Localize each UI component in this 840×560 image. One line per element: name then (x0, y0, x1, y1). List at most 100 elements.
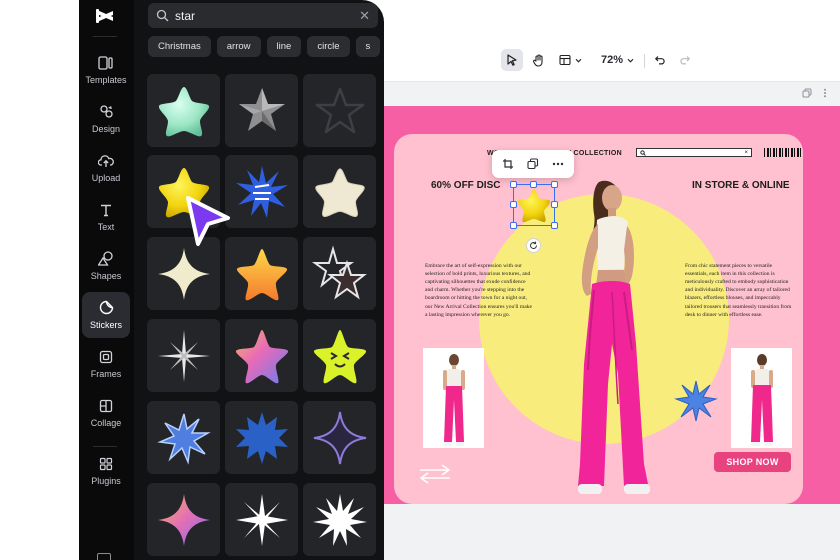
more-options-icon[interactable] (820, 88, 830, 98)
sticker-cell[interactable] (225, 237, 298, 310)
design-canvas[interactable]: WOMEN NEW COLLECTION × 60% OFF DISC IN S… (384, 106, 840, 504)
product-photo-left[interactable] (423, 348, 484, 448)
sticker-cell[interactable] (303, 155, 376, 228)
collage-icon (99, 399, 113, 412)
search-icon (156, 9, 169, 22)
sidebar-item-plugins[interactable]: Plugins (82, 448, 130, 494)
sidebar-item-label: Shapes (90, 271, 122, 281)
sticker-cell[interactable] (303, 483, 376, 556)
shapes-icon (98, 251, 113, 266)
more-options-icon[interactable] (552, 158, 564, 170)
model-thumbnail-image (442, 354, 465, 446)
redo-button[interactable] (675, 49, 695, 71)
chip-arrow[interactable]: arrow (216, 36, 261, 57)
purple-four-point-star-sticker (313, 411, 366, 464)
design-card: WOMEN NEW COLLECTION × 60% OFF DISC IN S… (394, 134, 803, 504)
rail-divider (93, 446, 117, 447)
chip-christmas[interactable]: Christmas (148, 36, 211, 57)
plugins-icon (99, 457, 113, 470)
headline-in-store[interactable]: IN STORE & ONLINE (692, 180, 790, 191)
select-tool-button[interactable] (501, 49, 523, 71)
toolbar-divider (644, 54, 645, 68)
rotate-icon (530, 241, 538, 249)
undo-button[interactable] (650, 49, 670, 71)
shop-now-button[interactable]: SHOP NOW (714, 452, 791, 472)
chevron-down-icon (575, 58, 582, 63)
body-copy-right[interactable]: From chic statement pieces to versatile … (685, 262, 795, 319)
zoom-dropdown-button[interactable] (622, 49, 638, 71)
duplicate-icon[interactable] (527, 158, 539, 170)
yellow-star-sticker-on-canvas (517, 189, 551, 223)
resize-handle-bottom-right[interactable] (551, 222, 558, 229)
sticker-search-box[interactable]: ✕ (148, 3, 378, 28)
sidebar-item-label: Design (91, 124, 120, 134)
headline-discount[interactable]: 60% OFF DISC (431, 180, 500, 191)
sticker-cell[interactable] (225, 319, 298, 392)
sticker-cell[interactable] (303, 401, 376, 474)
sticker-panel: Templates Design Upload Text Shapes Stic… (79, 0, 384, 560)
upload-icon (98, 154, 114, 167)
keyboard-shortcuts-icon[interactable] (97, 553, 111, 560)
body-copy-left[interactable]: Embrace the art of self-expression with … (425, 262, 535, 319)
sidebar-item-label: Frames (90, 368, 122, 379)
sticker-cell[interactable] (225, 74, 298, 147)
close-icon[interactable]: ✕ (359, 9, 370, 22)
resize-handle-top[interactable] (530, 181, 537, 188)
sidebar-item-stickers[interactable]: Stickers (82, 292, 130, 338)
resize-handle-bottom-left[interactable] (510, 222, 517, 229)
sticker-cell[interactable] (147, 483, 220, 556)
mint-puffy-star-sticker (158, 86, 209, 136)
resize-handle-left[interactable] (510, 201, 517, 208)
duplicate-page-icon[interactable] (802, 88, 812, 98)
sticker-cell[interactable] (303, 74, 376, 147)
sidebar-item-shapes[interactable]: Shapes (82, 243, 130, 289)
product-photo-right[interactable] (731, 348, 792, 448)
capcut-logo-icon[interactable] (94, 6, 116, 26)
chip-circle[interactable]: circle (307, 36, 350, 57)
rotate-handle[interactable] (526, 238, 541, 253)
sidebar-item-text[interactable]: Text (82, 194, 130, 240)
white-thin-sparkle-sticker (157, 329, 210, 382)
sidebar-item-label: Stickers (89, 320, 122, 330)
sidebar-item-label: Collage (90, 417, 122, 428)
main-model-image[interactable] (554, 174, 664, 504)
sidebar-item-label: Plugins (91, 475, 121, 486)
double-arrow-icon[interactable] (418, 464, 452, 484)
sticker-cell[interactable] (303, 319, 376, 392)
sidebar-item-design[interactable]: Design (82, 96, 130, 142)
lime-winking-star-sticker (313, 329, 366, 383)
selected-yellow-star-sticker[interactable] (510, 181, 558, 229)
barcode-graphic (764, 148, 803, 157)
sticker-cell[interactable] (225, 401, 298, 474)
resize-handle-right[interactable] (551, 201, 558, 208)
sticker-cell[interactable] (147, 319, 220, 392)
sidebar-item-label: Text (97, 221, 115, 232)
pointer-cursor-icon (186, 196, 230, 246)
search-icon (640, 149, 646, 156)
sidebar-item-collage[interactable]: Collage (82, 390, 130, 436)
suggestion-chips: Christmas arrow line circle s (148, 36, 384, 58)
sidebar-item-templates[interactable]: Templates (82, 47, 130, 93)
resize-handle-top-left[interactable] (510, 181, 517, 188)
cream-puffy-star-sticker (314, 167, 365, 217)
layout-dropdown-button[interactable] (556, 49, 586, 71)
sidebar-item-frames[interactable]: Frames (82, 341, 130, 387)
chip-s[interactable]: s (355, 36, 381, 57)
chip-line[interactable]: line (266, 36, 302, 57)
resize-handle-top-right[interactable] (551, 181, 558, 188)
sticker-cell[interactable] (303, 237, 376, 310)
sticker-search-input[interactable] (175, 8, 360, 23)
holographic-star-sticker (235, 329, 288, 383)
blue-burst-sticker-on-canvas[interactable] (674, 379, 718, 423)
select-icon (507, 54, 517, 66)
chevron-down-icon (627, 58, 633, 63)
white-starburst-sticker (312, 493, 367, 546)
hand-tool-button[interactable] (527, 49, 549, 71)
design-search-bar[interactable]: × (636, 148, 752, 157)
sticker-cell[interactable] (147, 74, 220, 147)
sticker-cell[interactable] (225, 483, 298, 556)
crop-icon[interactable] (502, 158, 514, 170)
sticker-cell[interactable] (147, 401, 220, 474)
sidebar-item-upload[interactable]: Upload (82, 145, 130, 191)
sticker-cell[interactable] (225, 155, 298, 228)
